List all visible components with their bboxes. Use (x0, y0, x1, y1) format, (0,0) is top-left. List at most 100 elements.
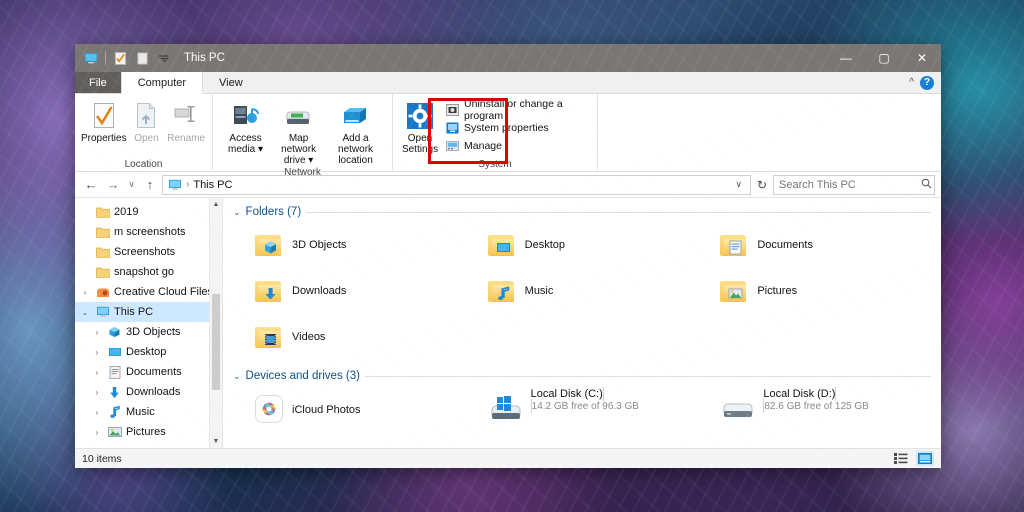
sidebar-item-creative-cloud-files[interactable]: › Creative Cloud Files (75, 282, 222, 302)
properties-button[interactable]: Properties (81, 98, 127, 144)
expander[interactable]: › (91, 368, 103, 377)
drive-item-local-disk-d[interactable]: Local Disk (D:) 82.6 GB free of 125 GB (698, 386, 931, 434)
device-item-icloud-photos[interactable]: iCloud Photos (233, 386, 466, 434)
sidebar-item-m-screenshots[interactable]: m screenshots (75, 222, 222, 242)
breadcrumb-this-pc[interactable]: This PC (193, 179, 232, 191)
ribbon-group-location: Properties Open Rename Location (75, 94, 213, 172)
this-pc-icon[interactable] (81, 48, 101, 68)
folder-item-3d-objects[interactable]: 3D Objects (233, 222, 466, 268)
recent-locations-button[interactable]: ∨ (125, 175, 138, 195)
manage-label: Manage (464, 139, 502, 152)
uninstall-program-button[interactable]: Uninstall or change a program (445, 98, 591, 122)
sidebar-item-this-pc[interactable]: ⌄ This PC (75, 302, 222, 322)
open-settings-button[interactable]: Open Settings (399, 98, 441, 155)
tab-computer[interactable]: Computer (120, 72, 204, 94)
drive-name: Local Disk (D:) (763, 388, 836, 400)
devices-section-header[interactable]: ⌄ Devices and drives (3) (233, 370, 931, 382)
collapse-ribbon-icon[interactable]: ^ (909, 77, 914, 88)
search-box[interactable] (773, 174, 935, 195)
expander[interactable]: › (91, 328, 103, 337)
ribbon: Properties Open Rename Location Access m… (75, 94, 941, 178)
scroll-down-arrow[interactable]: ▼ (210, 435, 222, 448)
documents-icon (107, 365, 122, 380)
rename-label: Rename (167, 133, 206, 144)
3d-objects-icon (107, 325, 122, 340)
forward-button[interactable]: → (103, 175, 123, 195)
icloud-photos-icon (255, 394, 283, 426)
sidebar-item-screenshots[interactable]: Screenshots (75, 242, 222, 262)
scrollbar-thumb[interactable] (212, 294, 220, 390)
ribbon-group-system: Open Settings Uninstall or change a prog… (393, 94, 598, 172)
minimize-button[interactable]: — (827, 44, 865, 72)
navigation-pane: 2019 m screenshots Screenshots snapshot … (75, 198, 223, 448)
scroll-up-arrow[interactable]: ▲ (210, 198, 222, 211)
sidebar-item-label: Documents (126, 366, 182, 378)
open-button[interactable]: Open (127, 98, 167, 144)
music-folder-icon (487, 279, 516, 303)
sidebar-item-label: Desktop (126, 346, 167, 358)
large-icons-view-icon[interactable] (916, 451, 934, 466)
close-button[interactable]: ✕ (903, 44, 941, 72)
expander[interactable]: › (91, 348, 103, 357)
system-properties-button[interactable]: System properties (445, 119, 591, 136)
folder-item-label: Documents (757, 239, 813, 251)
chevron-down-icon[interactable]: ⌄ (233, 207, 241, 218)
chevron-down-icon[interactable]: ⌄ (233, 371, 241, 382)
maximize-button[interactable]: ▢ (865, 44, 903, 72)
navigation-pane-scrollbar[interactable]: ▲ ▼ (209, 198, 222, 448)
sidebar-item-3d-objects[interactable]: › 3D Objects (75, 322, 222, 342)
help-icon[interactable]: ? (920, 75, 934, 90)
sidebar-item-documents[interactable]: › Documents (75, 362, 222, 382)
folder-item-videos[interactable]: Videos (233, 314, 466, 360)
manage-button[interactable]: Manage (445, 137, 591, 154)
breadcrumb-dropdown-icon[interactable]: ∨ (731, 179, 746, 190)
sidebar-item-label: m screenshots (114, 226, 186, 238)
pictures-icon (107, 425, 122, 440)
expander[interactable]: › (91, 388, 103, 397)
sidebar-item-2019[interactable]: 2019 (75, 202, 222, 222)
open-icon (135, 101, 157, 131)
refresh-button[interactable]: ↻ (753, 175, 771, 195)
section-divider (306, 211, 931, 213)
search-icon (921, 178, 932, 192)
expander[interactable]: › (79, 288, 91, 297)
rename-icon (173, 101, 199, 131)
sidebar-item-pictures[interactable]: › Pictures (75, 422, 222, 442)
access-media-button[interactable]: Access media ▾ (219, 98, 272, 155)
expander[interactable]: › (91, 408, 103, 417)
open-label: Open (134, 133, 159, 144)
tab-view[interactable]: View (203, 72, 259, 93)
folder-item-downloads[interactable]: Downloads (233, 268, 466, 314)
ribbon-group-location-label: Location (124, 159, 163, 170)
folder-item-desktop[interactable]: Desktop (466, 222, 699, 268)
sidebar-item-snapshot-go[interactable]: snapshot go (75, 262, 222, 282)
folders-section-header[interactable]: ⌄ Folders (7) (233, 206, 931, 218)
customize-qat-icon[interactable] (154, 48, 174, 68)
folder-item-music[interactable]: Music (466, 268, 699, 314)
folder-item-pictures[interactable]: Pictures (698, 268, 931, 314)
tab-file[interactable]: File (75, 72, 121, 93)
videos-folder-icon (255, 325, 283, 349)
properties-icon[interactable] (110, 48, 130, 68)
expander[interactable]: › (91, 428, 103, 437)
rename-button[interactable]: Rename (166, 98, 206, 144)
details-view-icon[interactable] (892, 451, 910, 466)
ribbon-group-system-label: System (478, 159, 512, 170)
sidebar-item-desktop[interactable]: › Desktop (75, 342, 222, 362)
add-network-location-button[interactable]: Add a network location (325, 98, 386, 166)
new-folder-icon[interactable] (132, 48, 152, 68)
sidebar-item-music[interactable]: › Music (75, 402, 222, 422)
breadcrumb-separator[interactable]: › (186, 179, 189, 190)
folder-item-documents[interactable]: Documents (698, 222, 931, 268)
folder-item-label: Downloads (292, 285, 347, 297)
navigation-list: 2019 m screenshots Screenshots snapshot … (75, 198, 222, 442)
ribbon-group-network-label: Network (284, 167, 321, 178)
expander[interactable]: ⌄ (79, 308, 91, 317)
search-input[interactable] (779, 178, 921, 191)
back-button[interactable]: ← (81, 175, 101, 195)
map-network-drive-button[interactable]: Map network drive ▾ (272, 98, 325, 166)
map-network-drive-label: Map network drive ▾ (281, 133, 317, 166)
sidebar-item-downloads[interactable]: › Downloads (75, 382, 222, 402)
up-button[interactable]: ↑ (140, 175, 160, 195)
drive-item-local-disk-c[interactable]: Local Disk (C:) 14.2 GB free of 96.3 GB (466, 386, 699, 434)
